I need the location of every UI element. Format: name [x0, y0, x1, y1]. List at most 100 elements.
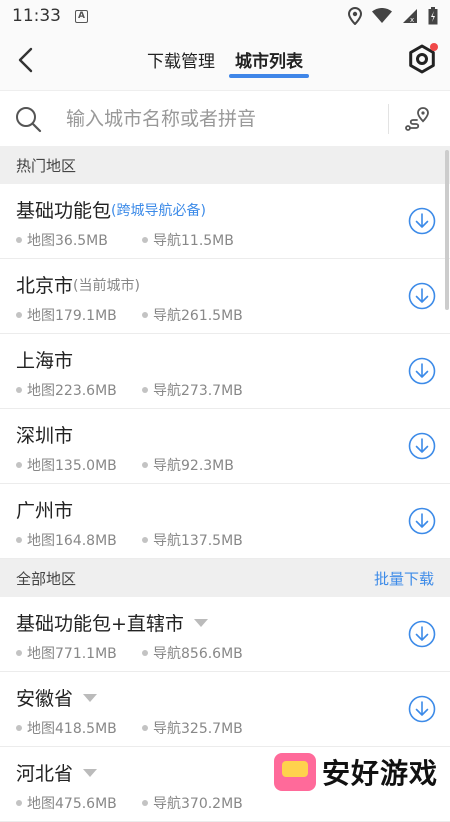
nav-size-wrap: 导航273.7MB [142, 380, 243, 400]
expand-caret-icon[interactable] [83, 769, 97, 777]
route-icon[interactable] [403, 105, 431, 133]
map-size: 地图36.5MB [27, 230, 108, 250]
city-name-text: 深圳市 [16, 421, 73, 448]
bullet-dot [16, 800, 22, 806]
status-bar: 11:33 A x [0, 0, 450, 32]
search-bar [0, 90, 450, 146]
city-meta: 地图418.5MB 导航325.7MB [16, 718, 117, 738]
nav-size: 导航137.5MB [153, 530, 243, 550]
download-icon[interactable] [408, 432, 436, 460]
all-section-header: 全部地区 批量下载 [0, 559, 450, 597]
map-size: 地图223.6MB [27, 380, 117, 400]
list-item[interactable]: 广州市 地图164.8MB 导航137.5MB [0, 484, 450, 559]
signal-icon: x [402, 8, 418, 24]
nav-size-wrap: 导航137.5MB [142, 530, 243, 550]
nav-size-wrap: 导航261.5MB [142, 305, 243, 325]
watermark-logo [274, 753, 316, 791]
nav-bar: 下载管理 城市列表 [0, 32, 450, 90]
download-icon[interactable] [408, 620, 436, 648]
bullet-dot [16, 312, 22, 318]
city-meta: 地图164.8MB 导航137.5MB [16, 530, 117, 550]
bullet-dot [16, 650, 22, 656]
svg-text:x: x [410, 16, 414, 24]
status-icons: x [348, 7, 438, 25]
bullet-dot [142, 800, 148, 806]
city-meta: 地图475.6MB 导航370.2MB [16, 793, 117, 813]
bullet-dot [16, 387, 22, 393]
nav-size: 导航92.3MB [153, 455, 234, 475]
city-name-text: 上海市 [16, 346, 73, 373]
batch-download-button[interactable]: 批量下载 [374, 568, 434, 589]
city-suffix: (当前城市) [73, 275, 140, 295]
bullet-dot [142, 387, 148, 393]
nav-size: 导航370.2MB [153, 793, 243, 813]
tab-label: 城市列表 [235, 52, 303, 72]
bullet-dot [16, 725, 22, 731]
download-icon[interactable] [408, 507, 436, 535]
list-item[interactable]: 安徽省 地图418.5MB 导航325.7MB [0, 672, 450, 747]
download-icon[interactable] [408, 357, 436, 385]
nav-size-wrap: 导航11.5MB [142, 230, 234, 250]
list-item[interactable]: 上海市 地图223.6MB 导航273.7MB [0, 334, 450, 409]
city-name-text: 基础功能包+直辖市 [16, 609, 184, 636]
bullet-dot [16, 237, 22, 243]
nav-size-wrap: 导航370.2MB [142, 793, 243, 813]
nav-size: 导航11.5MB [153, 230, 234, 250]
city-name-text: 广州市 [16, 496, 73, 523]
expand-caret-icon[interactable] [83, 694, 97, 702]
tab-bar: 下载管理 城市列表 [0, 32, 450, 90]
list-item[interactable]: 基础功能包+直辖市 地图771.1MB 导航856.6MB [0, 597, 450, 672]
battery-icon [428, 7, 438, 25]
download-icon[interactable] [408, 695, 436, 723]
city-name-text: 北京市 [16, 271, 73, 298]
city-name-text: 安徽省 [16, 684, 73, 711]
tab-city-list[interactable]: 城市列表 [235, 32, 303, 90]
wifi-icon [372, 8, 392, 24]
watermark-text: 安好游戏 [322, 752, 438, 792]
map-size: 地图135.0MB [27, 455, 117, 475]
bullet-dot [142, 462, 148, 468]
hot-section-header: 热门地区 [0, 146, 450, 184]
watermark: 安好游戏 [274, 752, 438, 792]
download-icon[interactable] [408, 282, 436, 310]
tab-label: 下载管理 [147, 52, 215, 72]
nav-size: 导航325.7MB [153, 718, 243, 738]
download-icon[interactable] [408, 207, 436, 235]
city-suffix: (跨城导航必备) [111, 200, 206, 220]
expand-caret-icon[interactable] [194, 619, 208, 627]
city-name: 安徽省 [16, 684, 97, 711]
nav-size-wrap: 导航856.6MB [142, 643, 243, 663]
nav-size: 导航273.7MB [153, 380, 243, 400]
active-tab-indicator [229, 74, 309, 78]
city-name: 基础功能包+直辖市 [16, 609, 208, 636]
city-meta: 地图223.6MB 导航273.7MB [16, 380, 117, 400]
search-icon [14, 105, 42, 133]
city-name: 基础功能包 (跨城导航必备) [16, 196, 206, 223]
settings-button[interactable] [404, 41, 440, 77]
city-meta: 地图179.1MB 导航261.5MB [16, 305, 117, 325]
bullet-dot [16, 537, 22, 543]
city-name: 河北省 [16, 759, 97, 786]
map-size: 地图418.5MB [27, 718, 117, 738]
status-time: 11:33 [12, 6, 61, 26]
bullet-dot [142, 237, 148, 243]
nav-size: 导航856.6MB [153, 643, 243, 663]
list-item[interactable]: 北京市 (当前城市) 地图179.1MB 导航261.5MB [0, 259, 450, 334]
tab-download-manager[interactable]: 下载管理 [147, 32, 215, 90]
location-icon [348, 7, 362, 25]
city-name: 上海市 [16, 346, 73, 373]
list-item[interactable]: 深圳市 地图135.0MB 导航92.3MB [0, 409, 450, 484]
bullet-dot [142, 725, 148, 731]
bullet-dot [16, 462, 22, 468]
city-name: 广州市 [16, 496, 73, 523]
map-size: 地图475.6MB [27, 793, 117, 813]
city-name: 深圳市 [16, 421, 73, 448]
bullet-dot [142, 650, 148, 656]
search-input[interactable] [66, 108, 386, 130]
nav-size-wrap: 导航325.7MB [142, 718, 243, 738]
nav-size-wrap: 导航92.3MB [142, 455, 234, 475]
list-item[interactable]: 基础功能包 (跨城导航必备) 地图36.5MB 导航11.5MB [0, 184, 450, 259]
section-title: 全部地区 [16, 568, 76, 589]
scrollbar[interactable] [445, 150, 449, 310]
nav-size: 导航261.5MB [153, 305, 243, 325]
